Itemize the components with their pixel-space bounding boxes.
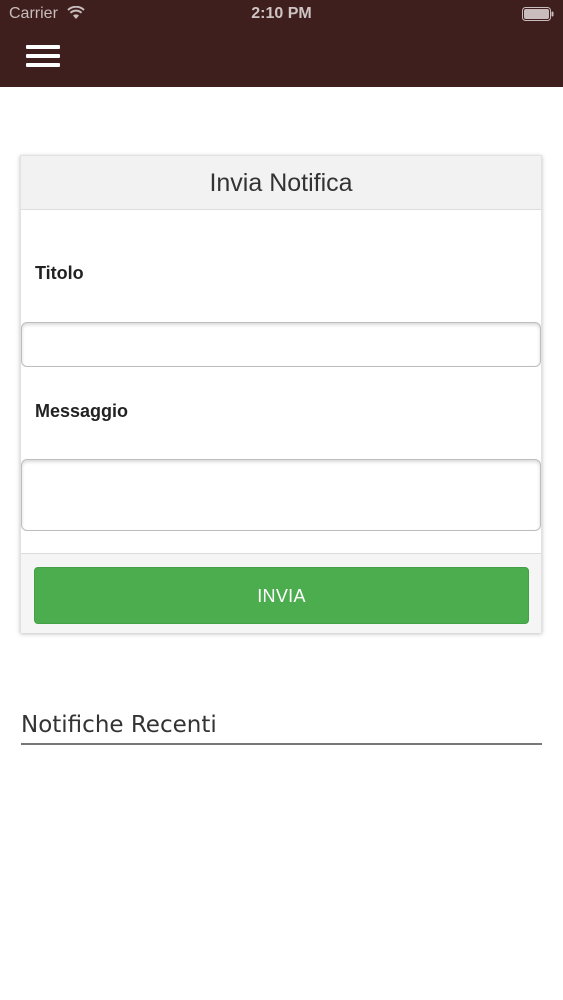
- hamburger-menu-icon[interactable]: [26, 45, 60, 67]
- app-screen: Carrier 2:10 PM Invia Notifica Titolo Me…: [0, 0, 563, 1000]
- status-time: 2:10 PM: [251, 5, 312, 22]
- battery-icon: [522, 7, 554, 21]
- app-header: Carrier 2:10 PM: [0, 0, 563, 87]
- card-footer: INVIA: [21, 553, 541, 633]
- title-input[interactable]: [21, 322, 541, 367]
- menu-bar-top: [26, 45, 60, 49]
- status-bar: Carrier 2:10 PM: [0, 0, 563, 28]
- menu-bar-bottom: [26, 63, 60, 67]
- recent-notifications-heading: Notifiche Recenti: [21, 712, 542, 745]
- message-textarea[interactable]: [21, 459, 541, 531]
- message-label: Messaggio: [35, 401, 129, 421]
- card-title: Invia Notifica: [21, 156, 541, 210]
- send-button[interactable]: INVIA: [34, 567, 529, 624]
- title-label: Titolo: [35, 263, 84, 283]
- send-notification-card: Invia Notifica Titolo Messaggio INVIA: [20, 155, 542, 633]
- menu-bar-middle: [26, 54, 60, 58]
